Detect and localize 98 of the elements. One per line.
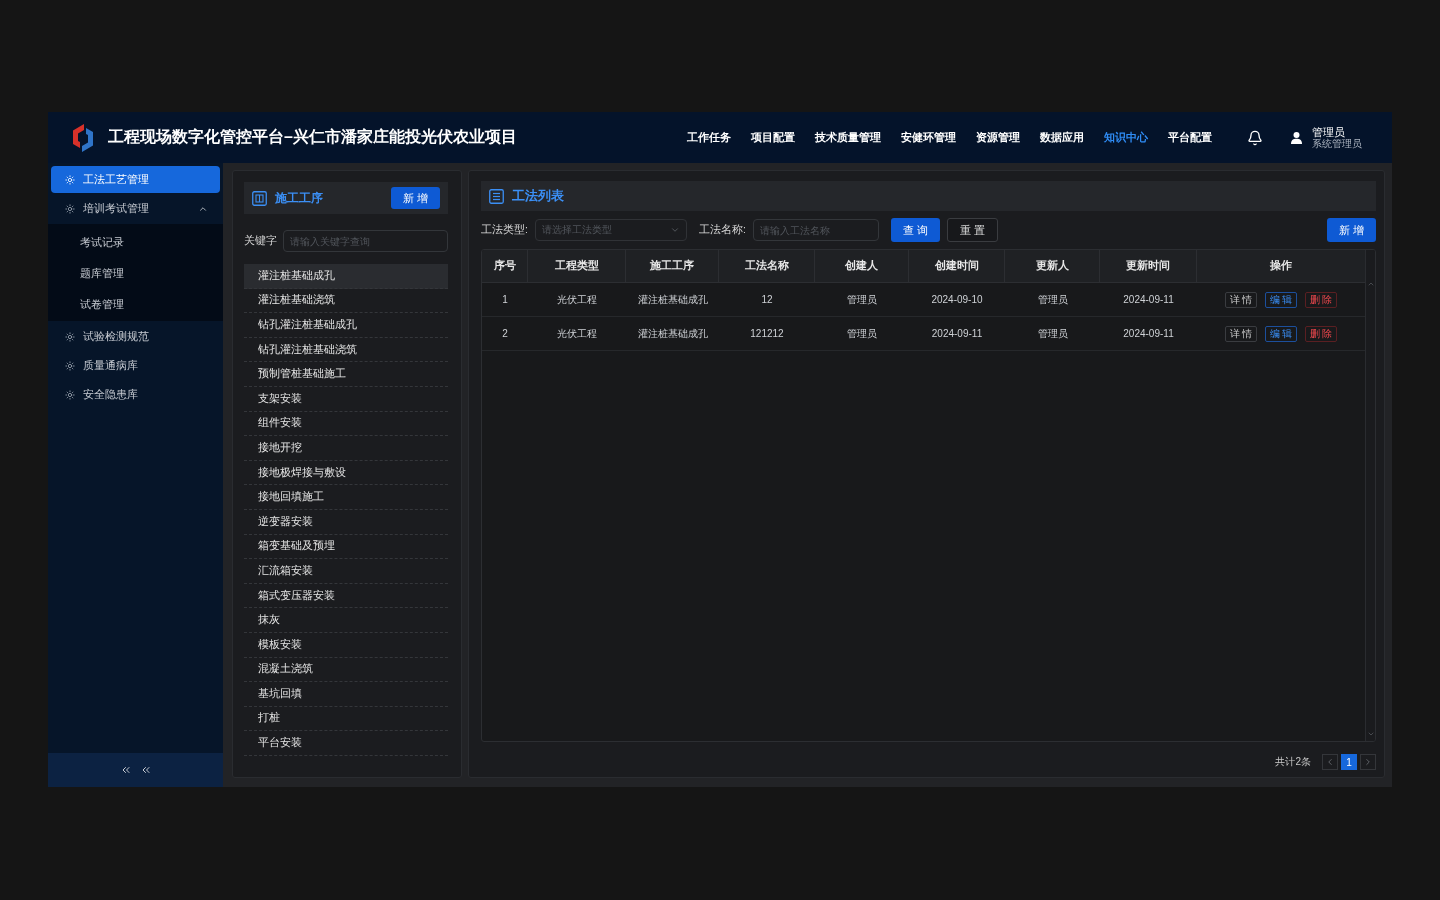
table-header-cell: 更新时间	[1100, 250, 1197, 283]
filter-label: 工法类型:	[481, 223, 528, 237]
view-button[interactable]: 详情	[1225, 325, 1257, 342]
process-item[interactable]: 箱式变压器安装	[244, 583, 448, 609]
user-role: 系统管理员	[1312, 138, 1362, 150]
panel-title: 工法列表	[512, 187, 564, 205]
table-cell: 管理员	[815, 317, 909, 351]
nav-item[interactable]: 技术质量管理	[815, 130, 881, 145]
process-item[interactable]: 混凝土浇筑	[244, 657, 448, 683]
table-header-cell: 创建人	[815, 250, 909, 283]
process-item[interactable]: 汇流箱安装	[244, 559, 448, 584]
table-cell: 1	[482, 283, 528, 317]
search-button[interactable]: 查询	[890, 218, 940, 242]
process-item[interactable]: 打桩	[244, 706, 448, 732]
table-header-cell: 创建时间	[909, 250, 1005, 283]
process-item[interactable]: 抹灰	[244, 608, 448, 633]
process-item[interactable]: 灌注桩基础浇筑	[244, 288, 448, 314]
nav-item[interactable]: 知识中心	[1104, 130, 1148, 145]
process-item[interactable]: 组件安装	[244, 411, 448, 437]
process-item[interactable]: 接地开挖	[244, 436, 448, 461]
nav-item[interactable]: 项目配置	[751, 130, 795, 145]
filter-label: 工法名称:	[698, 223, 746, 237]
menu-item[interactable]: 培训考试管理	[51, 195, 220, 222]
user-name: 管理员	[1312, 125, 1346, 138]
table-cell: 121212	[719, 317, 815, 351]
app-title: 工程现场数字化管控平台–兴仁市潘家庄能投光伏农业项目	[108, 127, 517, 147]
edit-button[interactable]: 编辑	[1265, 325, 1297, 342]
table-cell: 灌注桩基础成孔	[626, 317, 719, 351]
menu-item[interactable]: 安全隐患库	[51, 381, 220, 408]
table-cell: 灌注桩基础成孔	[626, 283, 719, 317]
sun-icon	[65, 174, 75, 185]
add-button[interactable]: 新增	[391, 187, 440, 209]
user-icon[interactable]	[1291, 131, 1302, 144]
sun-icon	[65, 203, 75, 214]
process-item[interactable]: 箱变基础及预埋	[244, 534, 448, 560]
submenu-item[interactable]: 试卷管理	[48, 289, 223, 320]
process-item[interactable]: 逆变器安装	[244, 509, 448, 535]
table-header-cell: 操作	[1197, 250, 1365, 283]
menu-item[interactable]: 试验检测规范	[51, 323, 220, 350]
reset-button[interactable]: 重置	[946, 218, 998, 242]
table-header-cell: 工法名称	[719, 250, 815, 283]
process-item[interactable]: 接地回填施工	[244, 485, 448, 510]
process-item[interactable]: 钻孔灌注桩基础成孔	[244, 313, 448, 338]
menu-item[interactable]: 质量通病库	[51, 352, 220, 379]
nav-item[interactable]: 数据应用	[1040, 130, 1084, 145]
table-icon	[252, 190, 267, 206]
table-header-cell: 序号	[482, 250, 528, 283]
table-cell: 2024-09-11	[909, 317, 1005, 351]
table-header-cell: 工程类型	[528, 250, 626, 283]
submenu-item[interactable]: 考试记录	[48, 227, 223, 258]
sun-icon	[65, 331, 75, 342]
nav-item[interactable]: 安健环管理	[901, 130, 956, 145]
view-button[interactable]: 详情	[1225, 291, 1257, 308]
scroll-up-icon[interactable]	[1366, 280, 1375, 288]
nav-item[interactable]: 平台配置	[1168, 130, 1212, 145]
delete-button[interactable]: 删除	[1305, 291, 1337, 308]
chevron-down-icon	[669, 225, 680, 235]
table-cell: 2024-09-11	[1100, 317, 1197, 351]
delete-button[interactable]: 删除	[1305, 325, 1337, 342]
table-cell: 光伏工程	[528, 283, 626, 317]
table-cell: 2	[482, 317, 528, 351]
panel-title: 施工工序	[275, 189, 323, 207]
keyword-label: 关键字	[244, 234, 277, 248]
table-cell: 管理员	[1005, 283, 1100, 317]
table-cell: 管理员	[815, 283, 909, 317]
submenu-item[interactable]: 题库管理	[48, 258, 223, 289]
process-item[interactable]: 钻孔灌注桩基础浇筑	[244, 337, 448, 363]
table-header-cell: 施工工序	[626, 250, 719, 283]
total-count: 共计2条	[1275, 755, 1311, 769]
table-cell: 2024-09-11	[1100, 283, 1197, 317]
bell-icon[interactable]	[1247, 129, 1263, 146]
process-item[interactable]: 基坑回填	[244, 682, 448, 707]
sun-icon	[65, 360, 75, 371]
nav-item[interactable]: 资源管理	[976, 130, 1020, 145]
page-button[interactable]: 1	[1341, 754, 1357, 770]
previous-page-button[interactable]	[1322, 754, 1338, 770]
menu-item[interactable]: 工法工艺管理	[51, 166, 220, 193]
next-page-button[interactable]	[1360, 754, 1376, 770]
table-cell: 12	[719, 283, 815, 317]
table-cell: 2024-09-10	[909, 283, 1005, 317]
chevron-left-icon	[1325, 757, 1335, 767]
table-cell: 管理员	[1005, 317, 1100, 351]
add-button[interactable]: 新增	[1327, 218, 1376, 242]
process-item[interactable]: 预制管桩基础施工	[244, 362, 448, 387]
scroll-down-icon[interactable]	[1366, 730, 1375, 738]
sun-icon	[65, 389, 75, 400]
table-cell: 光伏工程	[528, 317, 626, 351]
chevron-right-icon	[1363, 757, 1373, 767]
process-item[interactable]: 接地极焊接与敷设	[244, 460, 448, 486]
process-item[interactable]: 平台安装	[244, 731, 448, 756]
process-item[interactable]: 灌注桩基础成孔	[244, 264, 448, 289]
table-header-cell: 更新人	[1005, 250, 1100, 283]
nav-item[interactable]: 工作任务	[687, 130, 731, 145]
process-item[interactable]: 支架安装	[244, 386, 448, 412]
edit-button[interactable]: 编辑	[1265, 291, 1297, 308]
list-icon	[489, 188, 504, 204]
scrollbar[interactable]	[1365, 250, 1375, 741]
process-item[interactable]: 模板安装	[244, 632, 448, 658]
